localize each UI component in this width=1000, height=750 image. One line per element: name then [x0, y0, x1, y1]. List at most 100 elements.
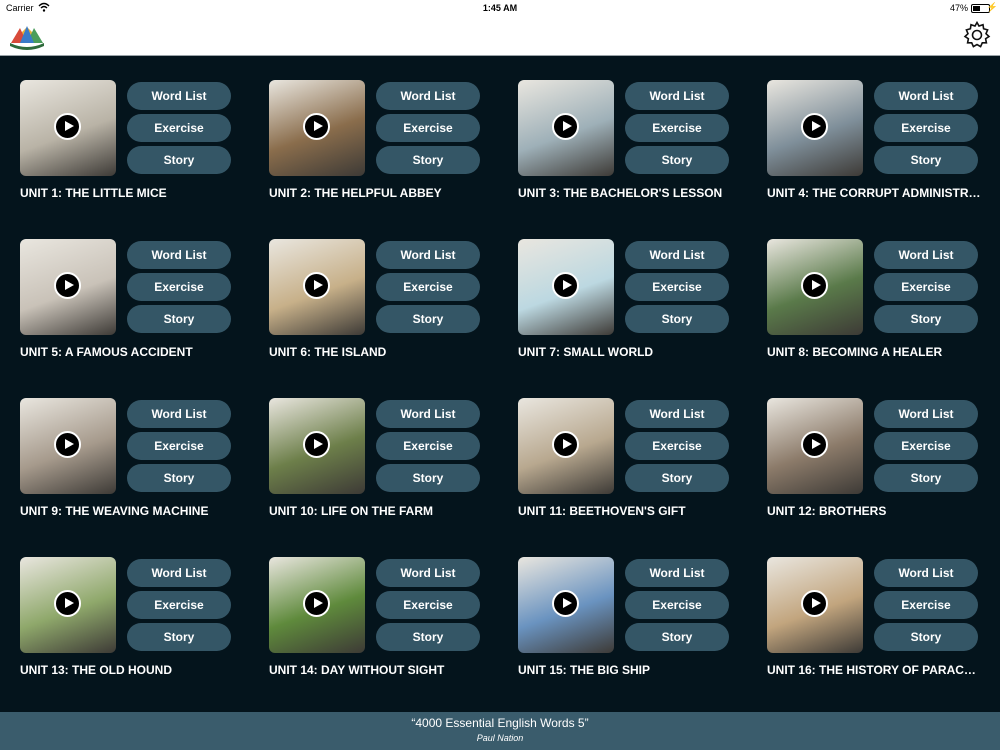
word-list-button[interactable]: Word List: [874, 559, 978, 587]
story-button[interactable]: Story: [874, 146, 978, 174]
gear-icon[interactable]: [963, 21, 991, 49]
play-icon[interactable]: [54, 113, 81, 140]
word-list-button[interactable]: Word List: [127, 400, 231, 428]
play-icon[interactable]: [801, 431, 828, 458]
play-icon[interactable]: [54, 272, 81, 299]
play-icon[interactable]: [303, 431, 330, 458]
story-button[interactable]: Story: [874, 464, 978, 492]
unit-card: Word List Exercise Story UNIT 8: BECOMIN…: [767, 215, 1000, 359]
exercise-button[interactable]: Exercise: [376, 432, 480, 460]
unit-card: Word List Exercise Story UNIT 2: THE HEL…: [269, 56, 509, 200]
unit-thumbnail[interactable]: [269, 80, 365, 176]
word-list-button[interactable]: Word List: [625, 559, 729, 587]
unit-thumbnail[interactable]: [767, 557, 863, 653]
unit-thumbnail[interactable]: [20, 557, 116, 653]
status-bar: Carrier 1:45 AM 47% ⚡: [0, 0, 1000, 17]
unit-card: Word List Exercise Story UNIT 6: THE ISL…: [269, 215, 509, 359]
unit-thumbnail[interactable]: [518, 239, 614, 335]
exercise-button[interactable]: Exercise: [874, 273, 978, 301]
story-button[interactable]: Story: [625, 464, 729, 492]
word-list-button[interactable]: Word List: [874, 400, 978, 428]
unit-thumbnail[interactable]: [518, 557, 614, 653]
unit-card: Word List Exercise Story UNIT 5: A FAMOU…: [20, 215, 260, 359]
word-list-button[interactable]: Word List: [874, 241, 978, 269]
exercise-button[interactable]: Exercise: [625, 432, 729, 460]
story-button[interactable]: Story: [127, 623, 231, 651]
word-list-button[interactable]: Word List: [376, 559, 480, 587]
unit-thumbnail[interactable]: [20, 398, 116, 494]
word-list-button[interactable]: Word List: [625, 400, 729, 428]
word-list-button[interactable]: Word List: [625, 241, 729, 269]
play-icon[interactable]: [552, 590, 579, 617]
play-icon[interactable]: [54, 431, 81, 458]
word-list-button[interactable]: Word List: [625, 82, 729, 110]
story-button[interactable]: Story: [625, 146, 729, 174]
story-button[interactable]: Story: [874, 305, 978, 333]
word-list-button[interactable]: Word List: [874, 82, 978, 110]
exercise-button[interactable]: Exercise: [127, 273, 231, 301]
unit-title: UNIT 12: BROTHERS: [767, 504, 887, 518]
exercise-button[interactable]: Exercise: [127, 432, 231, 460]
play-icon[interactable]: [552, 113, 579, 140]
exercise-button[interactable]: Exercise: [376, 114, 480, 142]
word-list-button[interactable]: Word List: [376, 400, 480, 428]
exercise-button[interactable]: Exercise: [625, 114, 729, 142]
play-icon[interactable]: [303, 590, 330, 617]
exercise-button[interactable]: Exercise: [874, 432, 978, 460]
unit-thumbnail[interactable]: [767, 80, 863, 176]
charging-icon: ⚡: [986, 2, 998, 12]
story-button[interactable]: Story: [127, 305, 231, 333]
unit-card: Word List Exercise Story UNIT 3: THE BAC…: [518, 56, 758, 200]
unit-title: UNIT 9: THE WEAVING MACHINE: [20, 504, 209, 518]
word-list-button[interactable]: Word List: [127, 559, 231, 587]
story-button[interactable]: Story: [376, 623, 480, 651]
unit-thumbnail[interactable]: [269, 239, 365, 335]
story-button[interactable]: Story: [376, 146, 480, 174]
unit-title: UNIT 10: LIFE ON THE FARM: [269, 504, 434, 518]
unit-card: Word List Exercise Story UNIT 11: BEETHO…: [518, 374, 758, 518]
unit-card: Word List Exercise Story UNIT 9: THE WEA…: [20, 374, 260, 518]
play-icon[interactable]: [801, 113, 828, 140]
word-list-button[interactable]: Word List: [127, 82, 231, 110]
status-time: 1:45 AM: [482, 3, 518, 13]
play-icon[interactable]: [303, 272, 330, 299]
exercise-button[interactable]: Exercise: [625, 591, 729, 619]
exercise-button[interactable]: Exercise: [376, 591, 480, 619]
story-button[interactable]: Story: [874, 623, 978, 651]
word-list-button[interactable]: Word List: [127, 241, 231, 269]
unit-thumbnail[interactable]: [767, 239, 863, 335]
unit-thumbnail[interactable]: [767, 398, 863, 494]
unit-thumbnail[interactable]: [20, 80, 116, 176]
exercise-button[interactable]: Exercise: [127, 114, 231, 142]
fan-book-logo-icon[interactable]: [8, 21, 46, 51]
unit-title: UNIT 4: THE CORRUPT ADMINISTR…: [767, 186, 981, 200]
unit-card: Word List Exercise Story UNIT 4: THE COR…: [767, 56, 1000, 200]
exercise-button[interactable]: Exercise: [874, 114, 978, 142]
exercise-button[interactable]: Exercise: [376, 273, 480, 301]
unit-title: UNIT 2: THE HELPFUL ABBEY: [269, 186, 442, 200]
story-button[interactable]: Story: [376, 464, 480, 492]
word-list-button[interactable]: Word List: [376, 241, 480, 269]
word-list-button[interactable]: Word List: [376, 82, 480, 110]
play-icon[interactable]: [801, 272, 828, 299]
story-button[interactable]: Story: [127, 464, 231, 492]
story-button[interactable]: Story: [127, 146, 231, 174]
story-button[interactable]: Story: [376, 305, 480, 333]
play-icon[interactable]: [552, 272, 579, 299]
unit-title: UNIT 1: THE LITTLE MICE: [20, 186, 167, 200]
unit-thumbnail[interactable]: [20, 239, 116, 335]
unit-card: Word List Exercise Story UNIT 10: LIFE O…: [269, 374, 509, 518]
play-icon[interactable]: [801, 590, 828, 617]
unit-thumbnail[interactable]: [518, 80, 614, 176]
exercise-button[interactable]: Exercise: [874, 591, 978, 619]
unit-thumbnail[interactable]: [269, 398, 365, 494]
unit-thumbnail[interactable]: [269, 557, 365, 653]
exercise-button[interactable]: Exercise: [127, 591, 231, 619]
exercise-button[interactable]: Exercise: [625, 273, 729, 301]
play-icon[interactable]: [552, 431, 579, 458]
play-icon[interactable]: [54, 590, 81, 617]
story-button[interactable]: Story: [625, 623, 729, 651]
story-button[interactable]: Story: [625, 305, 729, 333]
unit-thumbnail[interactable]: [518, 398, 614, 494]
play-icon[interactable]: [303, 113, 330, 140]
